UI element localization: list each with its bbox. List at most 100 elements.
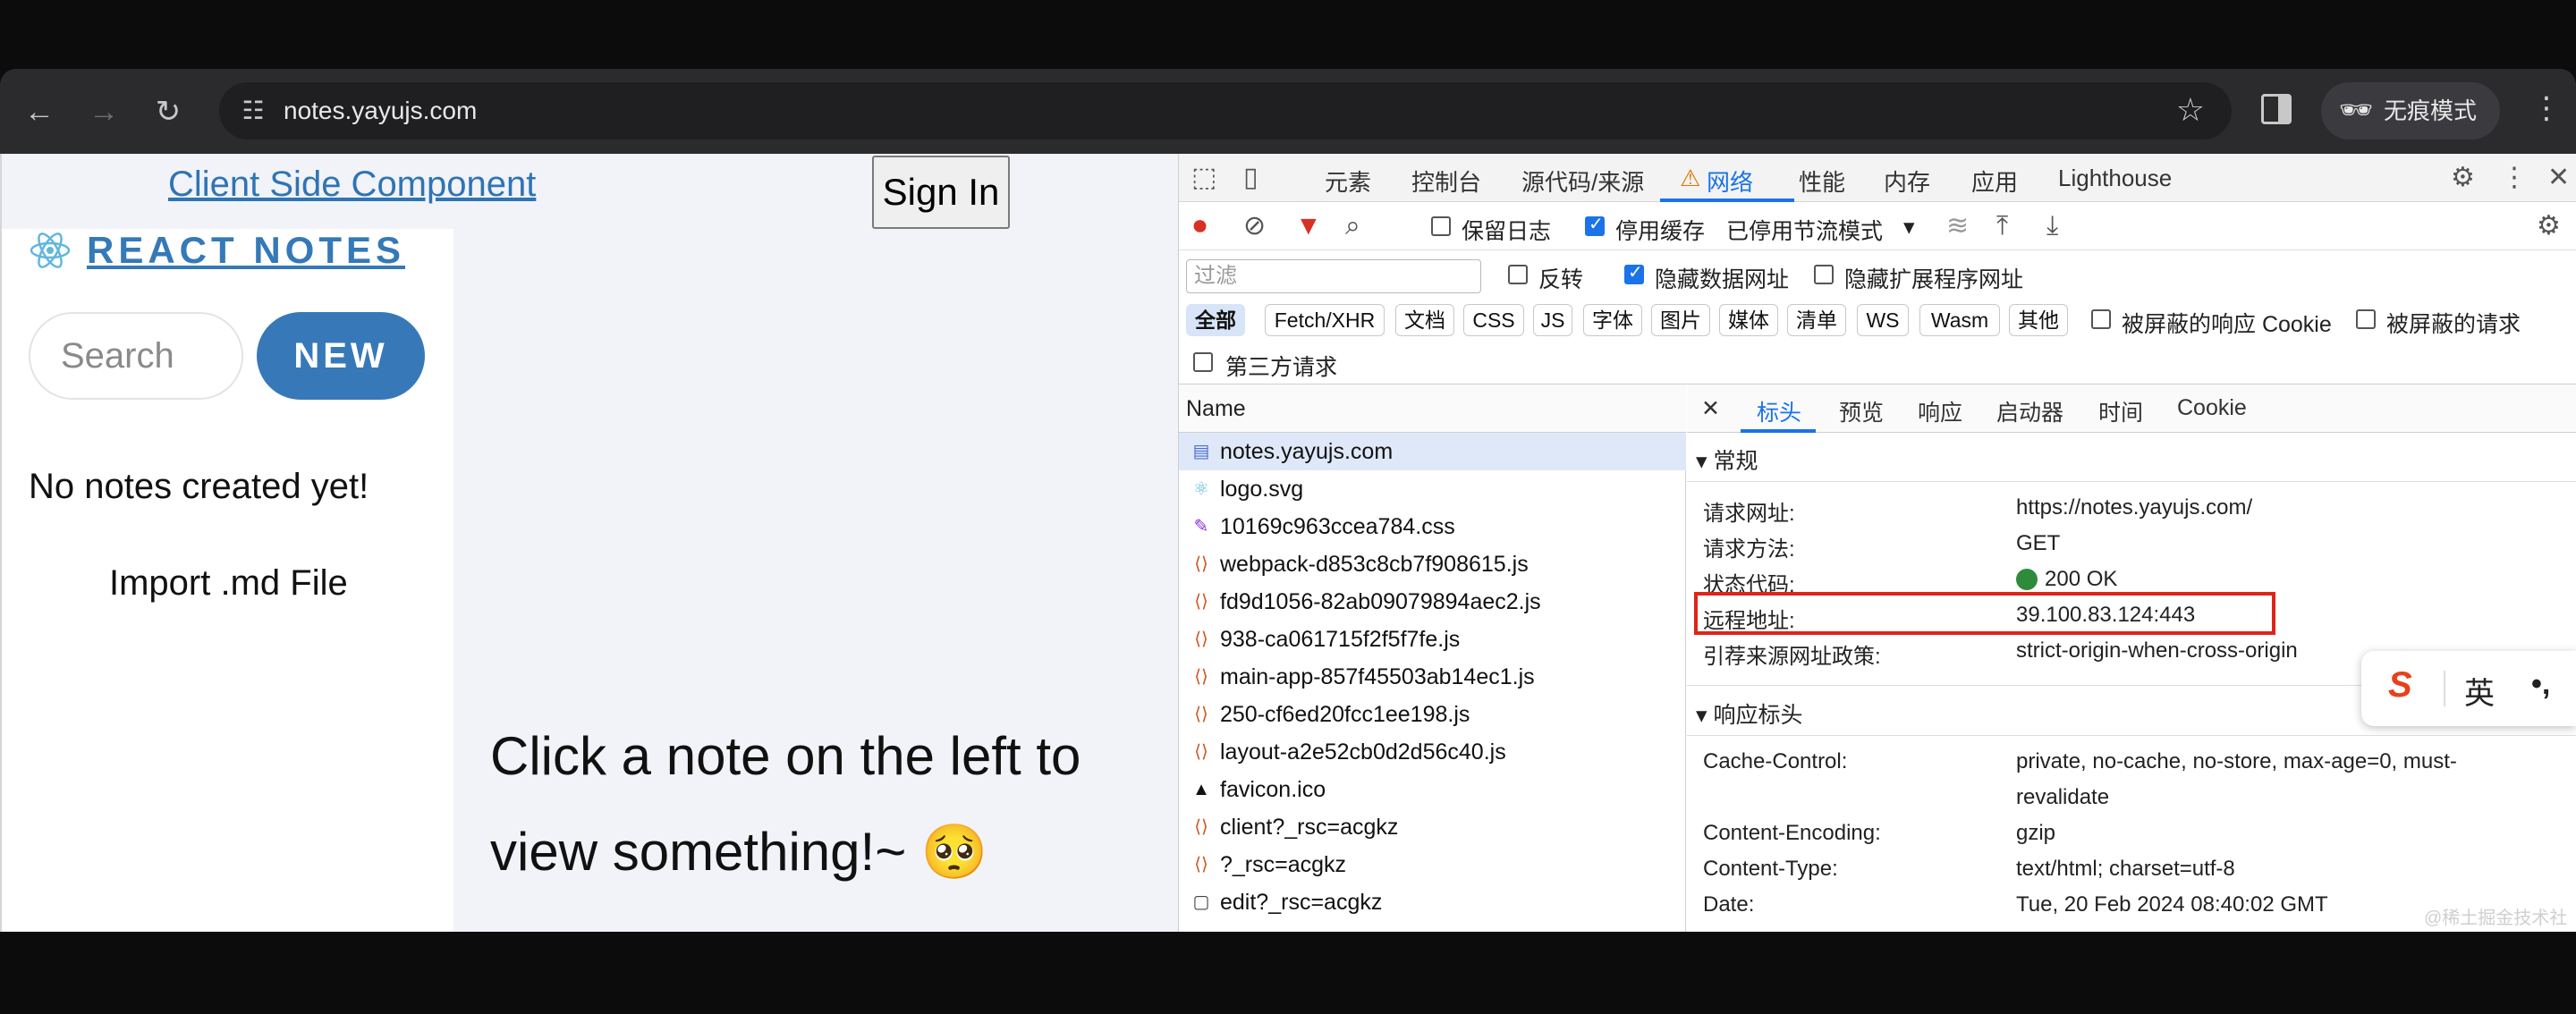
tab-elements[interactable]: 元素 [1325,165,1371,198]
forward-icon[interactable]: → [86,94,122,130]
list-item[interactable]: ▢ edit?_rsc=acgkz [1179,883,1686,921]
name-column-header[interactable]: Name [1179,384,1686,433]
date-key: Date: [1703,892,1755,917]
network-settings-icon[interactable]: ⚙ [2537,211,2561,241]
script-icon: ⟨⟩ [1194,742,1208,762]
preserve-log-checkbox[interactable] [1431,216,1451,236]
type-fetch-chip[interactable]: Fetch/XHR [1265,304,1385,336]
devtools-panel: ⬚ ▯ 元素 控制台 源代码/来源 ⚠ 网络 性能 内存 应用 Lighthou… [1178,154,2576,932]
tab-preview[interactable]: 预览 [1839,395,1884,427]
remote-address-key: 远程地址: [1703,609,1795,633]
search-input[interactable]: Search [29,312,243,400]
script-icon: ⟨⟩ [1194,667,1208,687]
list-item[interactable]: ⟨⟩ 250-cf6ed20fcc1ee198.js [1179,696,1686,733]
blocked-cookies-checkbox[interactable] [2091,309,2111,329]
upload-icon[interactable]: ⤒ [1996,211,2008,241]
inspect-element-icon[interactable]: ⬚ [1191,163,1216,193]
list-item[interactable]: ⟨⟩ webpack-d853c8cb7f908615.js [1179,545,1686,583]
invert-label: 反转 [1538,267,1584,292]
tab-performance[interactable]: 性能 [1799,165,1845,198]
close-detail-icon[interactable]: ✕ [1701,395,1720,422]
hide-data-urls-checkbox[interactable] [1624,261,1644,284]
script-icon: ⟨⟩ [1194,554,1208,574]
tab-application[interactable]: 应用 [1971,165,2018,198]
device-toolbar-icon[interactable]: ▯ [1243,163,1258,193]
search-icon[interactable]: ⌕ [1345,211,1360,241]
filter-input[interactable]: 过滤 [1186,259,1481,293]
list-item[interactable]: ⚛ logo.svg [1179,470,1686,508]
tab-headers[interactable]: 标头 [1757,395,1801,427]
list-item[interactable]: ⟨⟩ layout-a2e52cb0d2d56c40.js [1179,733,1686,771]
incognito-icon: 🕶 [2339,96,2374,125]
type-ws-chip[interactable]: WS [1857,304,1909,336]
download-icon[interactable]: ⤓ [2046,211,2058,241]
tab-lighthouse[interactable]: Lighthouse [2058,165,2172,192]
site-settings-icon[interactable]: ☷ [237,95,269,127]
request-name: notes.yayujs.com [1220,439,1394,464]
blocked-requests-checkbox[interactable] [2356,309,2376,329]
tab-response[interactable]: 响应 [1918,395,1962,427]
type-all-chip[interactable]: 全部 [1186,304,1245,336]
sign-in-button[interactable]: Sign In [872,156,1010,229]
settings-gear-icon[interactable]: ⚙ [2451,163,2475,193]
type-img-chip[interactable]: 图片 [1651,304,1710,336]
clear-icon[interactable]: ⊘ [1243,211,1266,241]
devtools-menu-icon[interactable]: ⋮ [2501,163,2528,193]
url-text[interactable]: notes.yayujs.com [284,97,477,125]
divider [1687,735,2576,736]
request-url-value: https://notes.yayujs.com/ [2016,495,2253,520]
list-item[interactable]: ⟨⟩ ?_rsc=acgkz [1179,846,1686,883]
network-conditions-icon[interactable]: ≋ [1946,211,1969,241]
filter-icon[interactable]: ▼ [1295,211,1322,241]
new-note-button[interactable]: NEW [257,312,425,400]
address-bar[interactable]: ☷ notes.yayujs.com ☆ [219,82,2232,139]
type-other-chip[interactable]: 其他 [2009,304,2068,336]
type-manifest-chip[interactable]: 清单 [1787,304,1846,336]
list-item[interactable]: ✎ 10169c963ccea784.css [1179,508,1686,545]
ime-language-toggle[interactable]: 英 [2464,669,2495,713]
type-wasm-chip[interactable]: Wasm [1919,304,2000,336]
bookmark-star-icon[interactable]: ☆ [2176,91,2205,129]
response-headers-toggle[interactable]: ▾ 响应标头 [1696,697,1803,730]
list-item[interactable]: ▤ notes.yayujs.com [1179,433,1686,470]
chevron-down-icon[interactable]: ▾ [1903,214,1915,241]
record-stop-icon[interactable]: ⏺ [1193,211,1207,241]
invert-checkbox[interactable] [1508,265,1528,284]
ime-punctuation-toggle[interactable]: •, [2531,667,2550,702]
tab-memory[interactable]: 内存 [1884,165,1930,198]
list-item[interactable]: ▲ favicon.ico [1179,771,1686,808]
type-doc-chip[interactable]: 文档 [1395,304,1454,336]
reload-icon[interactable]: ↻ [150,94,186,130]
disable-cache-checkbox[interactable] [1585,213,1605,236]
type-font-chip[interactable]: 字体 [1583,304,1642,336]
tab-console[interactable]: 控制台 [1411,165,1481,198]
general-section-toggle[interactable]: ▾ 常规 [1696,444,1758,476]
tab-timing[interactable]: 时间 [2098,395,2143,427]
close-icon[interactable]: ✕ [2547,163,2570,193]
list-item[interactable]: ⟨⟩ 938-ca061715f2f5f7fe.js [1179,621,1686,658]
type-css-chip[interactable]: CSS [1463,304,1524,336]
list-item[interactable]: ⟨⟩ client?_rsc=acgkz [1179,808,1686,846]
browser-menu-icon[interactable]: ⋮ [2531,90,2562,126]
list-item[interactable]: ⟨⟩ fd9d1056-82ab09079894aec2.js [1179,583,1686,621]
client-side-component-link[interactable]: Client Side Component [168,165,536,205]
hide-ext-urls-checkbox[interactable] [1814,265,1834,284]
tab-cookie[interactable]: Cookie [2177,395,2247,421]
list-item[interactable]: ⟨⟩ main-app-857f45503ab14ec1.js [1179,658,1686,696]
import-md-button[interactable]: Import .md File [109,563,348,604]
type-js-chip[interactable]: JS [1533,304,1572,336]
filter-row: 过滤 反转 隐藏数据网址 隐藏扩展程序网址 [1179,250,2576,297]
incognito-badge[interactable]: 🕶 无痕模式 [2321,82,2500,139]
side-panel-icon[interactable] [2261,94,2292,124]
third-party-checkbox[interactable] [1193,352,1213,372]
svg-icon: ⚛ [1193,479,1209,499]
tab-initiator[interactable]: 启动器 [1996,395,2063,427]
type-media-chip[interactable]: 媒体 [1719,304,1778,336]
back-icon[interactable]: ← [21,94,57,130]
request-name: webpack-d853c8cb7f908615.js [1220,552,1529,577]
brand-title[interactable]: REACT NOTES [87,229,405,272]
tab-network[interactable]: 网络 [1707,165,1753,198]
ime-toolbar[interactable]: S 英 •, [2361,651,2576,726]
throttle-select[interactable]: 已停用节流模式 [1726,214,1883,246]
tab-sources[interactable]: 源代码/来源 [1521,165,1644,198]
